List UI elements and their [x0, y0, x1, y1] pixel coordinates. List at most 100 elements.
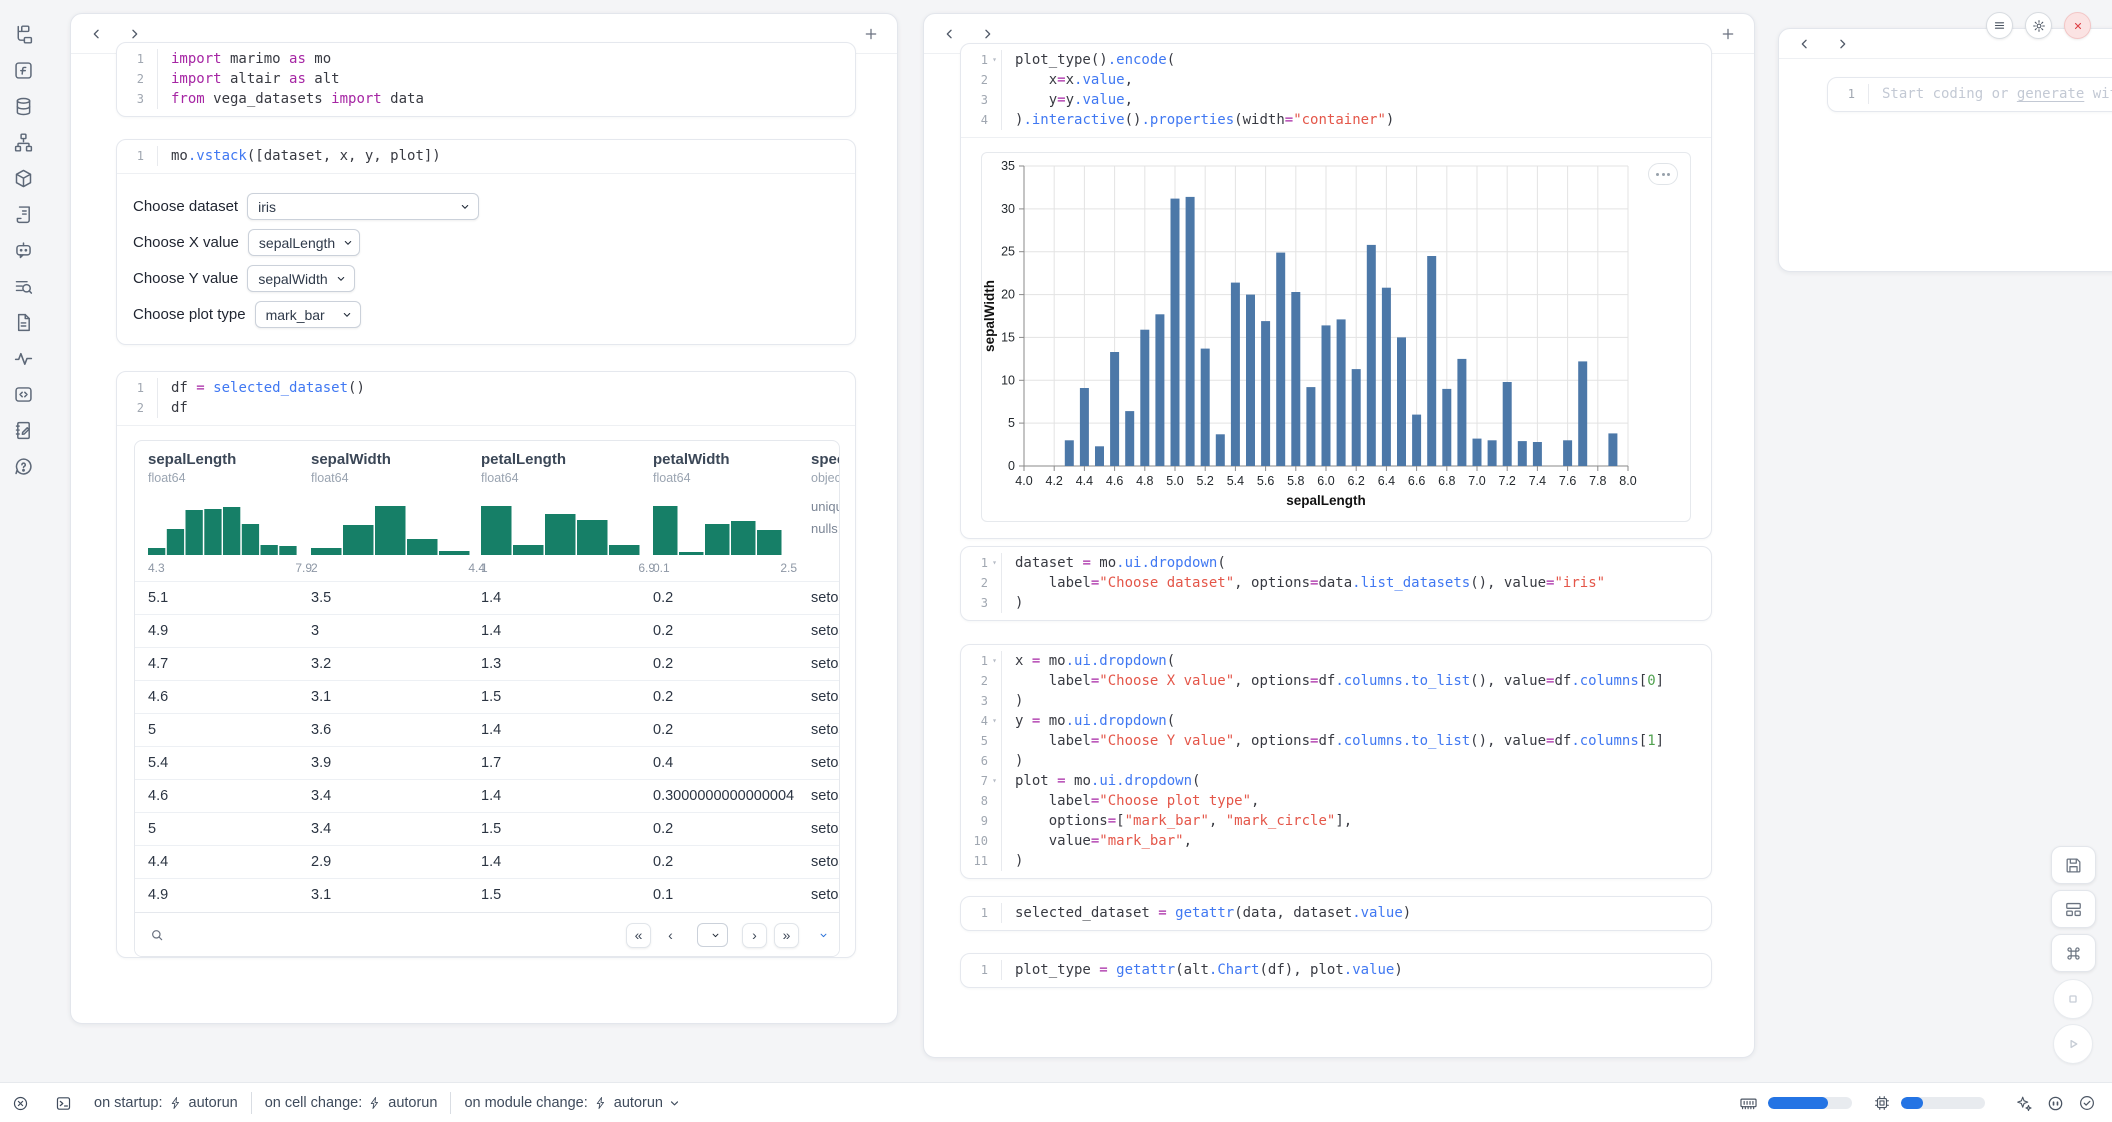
code-line[interactable]: 2df [117, 398, 855, 418]
chevron-left-icon[interactable] [89, 26, 104, 41]
table-row[interactable]: 4.42.91.40.2setosa [135, 845, 839, 878]
code-editor[interactable]: 1plot_type = getattr(alt.Chart(df), plot… [961, 954, 1711, 987]
run-button[interactable] [2053, 1024, 2093, 1064]
chart-actions-button[interactable] [1648, 163, 1678, 185]
chevron-left-icon[interactable] [942, 26, 957, 41]
activity-icon[interactable] [13, 348, 35, 370]
code-editor[interactable]: 1Start coding or generate with [1828, 78, 2112, 111]
sparkles-icon[interactable] [2014, 1094, 2033, 1113]
file-tree-icon[interactable] [13, 24, 35, 46]
code-line[interactable]: 10 value="mark_bar", [961, 831, 1711, 851]
column-header[interactable]: species [811, 451, 840, 468]
menu-button[interactable] [1986, 12, 2013, 39]
choose-x-value-select[interactable]: sepalLength [248, 229, 360, 256]
code-line[interactable]: 8 label="Choose plot type", [961, 791, 1711, 811]
database-icon[interactable] [13, 96, 35, 118]
code-line[interactable]: 1plot_type = getattr(alt.Chart(df), plot… [961, 960, 1711, 980]
table-row[interactable]: 4.93.11.50.1setosa [135, 878, 839, 911]
code-line[interactable]: 1import marimo as mo [117, 49, 855, 69]
code-editor[interactable]: 1▾x = mo.ui.dropdown(2 label="Choose X v… [961, 645, 1711, 878]
table-row[interactable]: 4.73.21.30.2setosa [135, 647, 839, 680]
download-button[interactable] [814, 931, 828, 940]
column-histogram[interactable] [311, 497, 471, 560]
table-row[interactable]: 53.41.50.2setosa [135, 812, 839, 845]
code-line[interactable]: 7▾plot = mo.ui.dropdown( [961, 771, 1711, 791]
code-line[interactable]: 1▾dataset = mo.ui.dropdown( [961, 553, 1711, 573]
code-line[interactable]: 4▾y = mo.ui.dropdown( [961, 711, 1711, 731]
column-histogram[interactable] [481, 497, 641, 560]
code-editor[interactable]: 1▾dataset = mo.ui.dropdown(2 label="Choo… [961, 547, 1711, 620]
altair-bar-chart[interactable]: 4.04.24.44.64.85.05.25.45.65.86.06.26.46… [981, 152, 1691, 522]
run-mode-0[interactable]: on startup:autorun [94, 1095, 238, 1111]
layout-button[interactable] [2051, 890, 2096, 928]
column-header[interactable]: petalWidth [653, 451, 730, 468]
last-page-button[interactable]: » [774, 923, 799, 948]
code-line[interactable]: 2 label="Choose dataset", options=data.l… [961, 573, 1711, 593]
code-line[interactable]: 9 options=["mark_bar", "mark_circle"], [961, 811, 1711, 831]
code-line[interactable]: 3) [961, 593, 1711, 613]
chatbot-icon[interactable] [13, 240, 35, 262]
code-line[interactable]: 3) [961, 691, 1711, 711]
code-editor[interactable]: 1▾plot_type().encode(2 x=x.value,3 y=y.v… [961, 44, 1711, 137]
column-header[interactable]: sepalLength [148, 451, 236, 468]
code-line[interactable]: 1selected_dataset = getattr(data, datase… [961, 903, 1711, 923]
table-row[interactable]: 4.63.11.50.2setosa [135, 680, 839, 713]
shortcuts-button[interactable] [2051, 934, 2096, 972]
scratchpad-icon[interactable] [13, 420, 35, 442]
code-editor[interactable]: 1mo.vstack([dataset, x, y, plot]) [117, 140, 855, 173]
code-editor[interactable]: 1df = selected_dataset()2df [117, 372, 855, 425]
table-row[interactable]: 4.931.40.2setosa [135, 614, 839, 647]
choose-plot-type-select[interactable]: mark_bar [255, 301, 361, 328]
table-row[interactable]: 5.43.91.70.4setosa [135, 746, 839, 779]
shutdown-button[interactable] [2064, 12, 2091, 39]
chevron-right-icon[interactable] [1835, 36, 1850, 51]
choose-y-value-select[interactable]: sepalWidth [247, 265, 355, 292]
help-icon[interactable] [13, 456, 35, 478]
column-header[interactable]: petalLength [481, 451, 566, 468]
function-square-icon[interactable] [13, 60, 35, 82]
prev-page-button[interactable]: ‹ [658, 923, 683, 948]
code-line[interactable]: 2 label="Choose X value", options=df.col… [961, 671, 1711, 691]
code-line[interactable]: 6) [961, 751, 1711, 771]
code-line[interactable]: 11) [961, 851, 1711, 871]
package-icon[interactable] [13, 168, 35, 190]
dependency-graph-icon[interactable] [13, 132, 35, 154]
code-line[interactable]: 1▾x = mo.ui.dropdown( [961, 651, 1711, 671]
snippets-icon[interactable] [13, 312, 35, 334]
code-editor[interactable]: 1import marimo as mo2import altair as al… [117, 43, 855, 116]
code-line[interactable]: 2 x=x.value, [961, 70, 1711, 90]
copilot-icon[interactable] [2046, 1094, 2065, 1113]
stop-button[interactable] [2053, 979, 2093, 1019]
chevron-left-icon[interactable] [1797, 36, 1812, 51]
code-block-icon[interactable] [13, 384, 35, 406]
choose-dataset-select[interactable]: iris [247, 193, 479, 220]
save-button[interactable] [2051, 846, 2096, 884]
chevron-right-icon[interactable] [127, 26, 142, 41]
run-mode-2[interactable]: on module change:autorun [464, 1095, 680, 1111]
code-editor[interactable]: 1selected_dataset = getattr(data, datase… [961, 897, 1711, 930]
code-line[interactable]: 3 y=y.value, [961, 90, 1711, 110]
add-cell-icon[interactable] [863, 26, 879, 42]
page-select[interactable] [697, 923, 728, 947]
check-circle-icon[interactable] [2078, 1094, 2096, 1112]
search-icon[interactable] [149, 927, 165, 943]
code-line[interactable]: 1▾plot_type().encode( [961, 50, 1711, 70]
add-cell-icon[interactable] [1720, 26, 1736, 42]
code-line[interactable]: 5 label="Choose Y value", options=df.col… [961, 731, 1711, 751]
settings-button[interactable] [2025, 12, 2052, 39]
code-line[interactable]: 4).interactive().properties(width="conta… [961, 110, 1711, 130]
script-icon[interactable] [13, 204, 35, 226]
code-line[interactable]: 3from vega_datasets import data [117, 89, 855, 109]
table-row[interactable]: 5.13.51.40.2setosa [135, 581, 839, 614]
search-logs-icon[interactable] [13, 276, 35, 298]
run-mode-1[interactable]: on cell change:autorun [265, 1095, 438, 1111]
code-line[interactable]: 2import altair as alt [117, 69, 855, 89]
column-header[interactable]: sepalWidth [311, 451, 391, 468]
code-line[interactable]: 1mo.vstack([dataset, x, y, plot]) [117, 146, 855, 166]
next-page-button[interactable]: › [742, 923, 767, 948]
column-histogram[interactable] [653, 497, 783, 560]
code-line[interactable]: 1df = selected_dataset() [117, 378, 855, 398]
terminal-icon[interactable] [55, 1095, 72, 1112]
first-page-button[interactable]: « [626, 923, 651, 948]
column-histogram[interactable] [148, 497, 298, 560]
